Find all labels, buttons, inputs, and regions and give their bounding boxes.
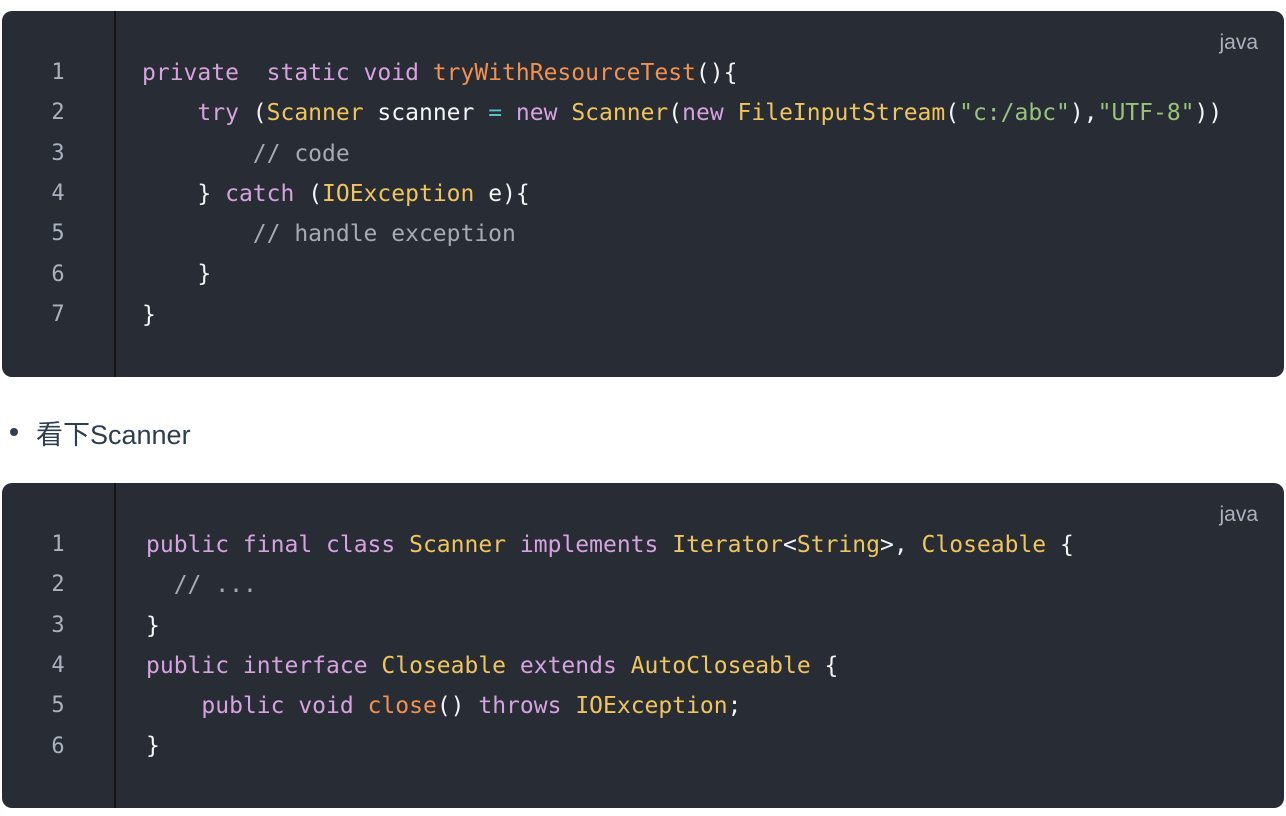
code-line: public final class Scanner implements It… xyxy=(146,525,1286,565)
code-token: new xyxy=(682,100,724,127)
code-token: { xyxy=(1046,532,1074,558)
code-token: Closeable xyxy=(921,532,1047,558)
code-token: Scanner xyxy=(266,100,364,127)
line-number: 6 xyxy=(51,261,65,287)
code-token: )) xyxy=(1194,100,1223,127)
list-item: 看下Scanner xyxy=(10,412,191,452)
code-token: e){ xyxy=(474,180,530,207)
code-token: String xyxy=(796,532,880,558)
code-line: public void close() throws IOException; xyxy=(146,686,1286,726)
code-token: extends xyxy=(519,652,617,679)
bullet-icon xyxy=(10,428,18,436)
line-number: 5 xyxy=(51,221,65,247)
code-line: } catch (IOException e){ xyxy=(142,174,1286,214)
code-token: // ... xyxy=(173,572,257,599)
code-line: private static void tryWithResourceTest(… xyxy=(142,53,1286,93)
code-token: tryWithResourceTest xyxy=(432,60,696,86)
line-number: 7 xyxy=(51,301,65,327)
code-token: Iterator xyxy=(672,532,784,558)
code-token: = xyxy=(488,100,503,127)
line-number: 2 xyxy=(51,572,65,598)
code-token: catch xyxy=(225,180,295,207)
language-label: java xyxy=(1219,503,1258,526)
code-token: "UTF-8" xyxy=(1097,100,1195,127)
code-token: ; xyxy=(727,693,742,720)
code-token: implements xyxy=(519,532,659,558)
code-line: } xyxy=(142,254,1286,294)
code-token: try xyxy=(197,100,239,127)
code-token: Closeable xyxy=(381,652,507,679)
code-line: } xyxy=(146,726,1286,766)
code-token: Scanner xyxy=(571,100,669,127)
language-label: java xyxy=(1219,31,1258,54)
code-content-1[interactable]: private static void tryWithResourceTest(… xyxy=(142,53,1286,335)
code-token: ), xyxy=(1069,100,1098,127)
code-content-2[interactable]: public final class Scanner implements It… xyxy=(146,525,1286,767)
code-token: // handle exception xyxy=(252,221,516,248)
code-token: } xyxy=(142,261,212,288)
code-line: public interface Closeable extends AutoC… xyxy=(146,646,1286,686)
code-token: } xyxy=(146,733,160,760)
code-line: } xyxy=(142,295,1286,335)
line-number: 4 xyxy=(51,652,65,678)
line-number: 2 xyxy=(51,100,65,126)
line-number: 4 xyxy=(51,180,65,206)
code-line: } xyxy=(146,606,1286,646)
line-number: 3 xyxy=(51,612,65,638)
code-token: ( xyxy=(294,180,323,207)
code-token: // code xyxy=(252,140,350,167)
code-token: close xyxy=(367,693,437,720)
code-token: Scanner xyxy=(409,532,507,558)
code-token: ( xyxy=(668,100,683,127)
code-token: } xyxy=(146,612,160,639)
code-line: // code xyxy=(142,134,1286,174)
code-token: throws xyxy=(478,693,562,720)
code-token: public final class xyxy=(146,532,410,558)
code-line: // ... xyxy=(146,565,1286,605)
code-token: AutoCloseable xyxy=(630,652,811,679)
line-number: 3 xyxy=(51,140,65,166)
code-token: public void xyxy=(201,693,368,720)
code-token: ( xyxy=(945,100,960,127)
code-token: FileInputStream xyxy=(737,100,946,127)
code-token: (){ xyxy=(695,60,738,86)
list-item-text: 看下Scanner xyxy=(36,419,191,450)
line-number: 6 xyxy=(51,733,65,759)
code-line: try (Scanner scanner = new Scanner(new F… xyxy=(142,93,1286,133)
line-number: 1 xyxy=(51,60,65,85)
code-token: new xyxy=(515,100,558,127)
code-token: "c:/abc" xyxy=(959,100,1070,127)
line-number: 5 xyxy=(51,693,65,719)
code-line: // handle exception xyxy=(142,214,1286,254)
code-token: IOException xyxy=(575,693,728,720)
code-token: scanner xyxy=(363,100,489,127)
code-token: >, xyxy=(879,532,922,558)
code-token: { xyxy=(810,652,839,679)
code-token: public interface xyxy=(146,652,382,679)
code-token: private static void xyxy=(142,60,433,86)
line-number: 1 xyxy=(51,532,65,557)
code-token: ( xyxy=(238,100,267,127)
code-token: } xyxy=(142,180,226,207)
code-token: < xyxy=(783,532,797,558)
code-token: } xyxy=(142,301,156,328)
code-token: () xyxy=(436,693,479,720)
code-token: IOException xyxy=(322,180,475,207)
